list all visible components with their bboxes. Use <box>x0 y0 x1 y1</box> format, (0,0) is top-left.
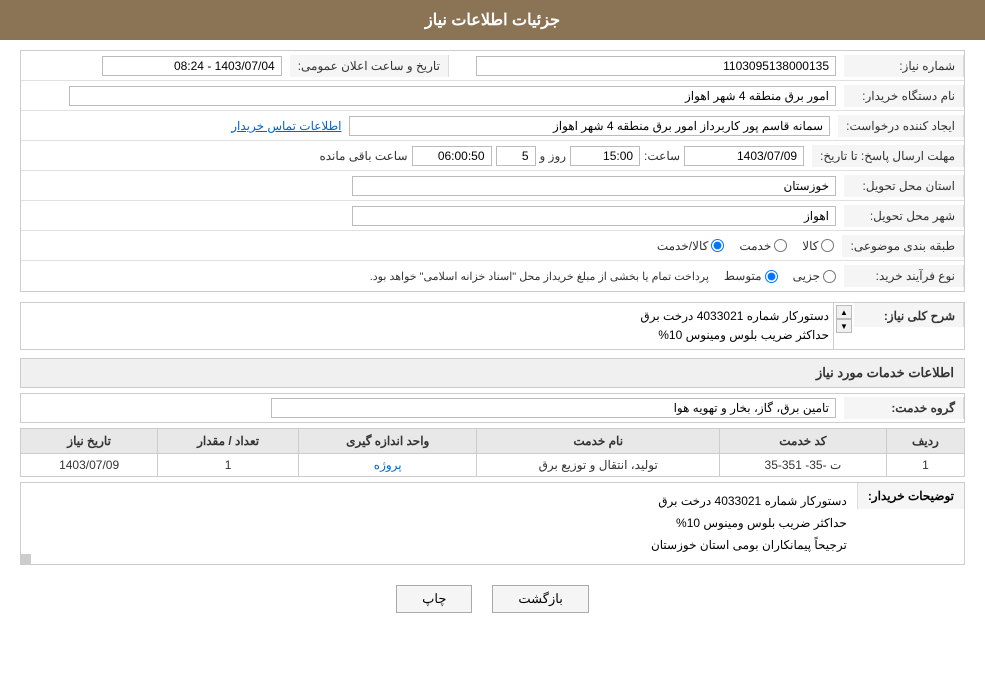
cell-qty: 1 <box>158 454 299 477</box>
description-text: دستورکار شماره 4033021 درخت برق حداکثر ض… <box>21 303 833 349</box>
services-table: ردیف کد خدمت نام خدمت واحد اندازه گیری ت… <box>20 428 965 477</box>
purchase-motavasset-option[interactable]: متوسط <box>724 269 778 283</box>
purchase-motavasset-label: متوسط <box>724 269 762 283</box>
buyer-org-label: نام دستگاه خریدار: <box>844 85 964 107</box>
announce-date-input[interactable] <box>102 56 282 76</box>
deadline-days-input[interactable] <box>496 146 536 166</box>
purchase-type-label: نوع فرآیند خرید: <box>844 265 964 287</box>
col-name: نام خدمت <box>477 429 720 454</box>
creator-label: ایجاد کننده درخواست: <box>838 115 964 137</box>
buyer-notes-label: توضیحات خریدار: <box>857 483 964 509</box>
print-button[interactable]: چاپ <box>396 585 472 613</box>
service-group-input[interactable] <box>271 398 836 418</box>
resize-handle[interactable] <box>21 554 31 564</box>
category-kala-label: کالا <box>802 239 818 253</box>
purchase-jozi-label: جزیی <box>793 269 820 283</box>
deadline-days-label: روز و <box>540 149 567 163</box>
col-code: کد خدمت <box>719 429 886 454</box>
cell-name: تولید، انتقال و توزیع برق <box>477 454 720 477</box>
buttons-row: بازگشت چاپ <box>20 575 965 623</box>
category-khedmat-label: خدمت <box>739 239 771 253</box>
deadline-time-label: ساعت: <box>644 149 680 163</box>
scroll-down-btn[interactable]: ▼ <box>836 319 852 333</box>
category-label: طبقه بندی موضوعی: <box>842 235 964 257</box>
category-kala-khedmat-option[interactable]: کالا/خدمت <box>657 239 724 253</box>
deadline-label: مهلت ارسال پاسخ: تا تاریخ: <box>812 145 964 167</box>
description-label: شرح کلی نیاز: <box>854 303 964 327</box>
col-qty: تعداد / مقدار <box>158 429 299 454</box>
category-kala-khedmat-radio[interactable] <box>711 239 724 252</box>
category-kala-option[interactable]: کالا <box>802 239 834 253</box>
category-kala-radio[interactable] <box>821 239 834 252</box>
announce-date-label: تاریخ و ساعت اعلان عمومی: <box>290 55 449 77</box>
purchase-motavasset-radio[interactable] <box>765 270 778 283</box>
purchase-jozi-option[interactable]: جزیی <box>793 269 836 283</box>
service-group-label: گروه خدمت: <box>844 397 964 419</box>
buyer-notes-content: دستورکار شماره 4033021 درخت برق حداکثر ض… <box>21 483 857 564</box>
col-row: ردیف <box>886 429 964 454</box>
buyer-notes-section: توضیحات خریدار: دستورکار شماره 4033021 د… <box>20 482 965 565</box>
category-khedmat-option[interactable]: خدمت <box>739 239 787 253</box>
city-label: شهر محل تحویل: <box>844 205 964 227</box>
buyer-org-input[interactable] <box>69 86 836 106</box>
back-button[interactable]: بازگشت <box>492 585 588 613</box>
table-row: 1 ت -35- 351-35 تولید، انتقال و توزیع بر… <box>21 454 965 477</box>
category-kala-khedmat-label: کالا/خدمت <box>657 239 708 253</box>
col-date: تاریخ نیاز <box>21 429 158 454</box>
creator-contact-link[interactable]: اطلاعات تماس خریدار <box>231 119 341 133</box>
province-input[interactable] <box>352 176 836 196</box>
creator-input[interactable] <box>349 116 830 136</box>
need-number-input[interactable] <box>476 56 836 76</box>
scroll-arrows: ▲ ▼ <box>833 303 854 349</box>
purchase-jozi-radio[interactable] <box>823 270 836 283</box>
cell-row: 1 <box>886 454 964 477</box>
city-input[interactable] <box>352 206 836 226</box>
cell-code: ت -35- 351-35 <box>719 454 886 477</box>
deadline-remaining-input[interactable] <box>412 146 492 166</box>
scroll-up-btn[interactable]: ▲ <box>836 305 852 319</box>
cell-unit: پروژه <box>298 454 476 477</box>
category-khedmat-radio[interactable] <box>774 239 787 252</box>
page-title: جزئیات اطلاعات نیاز <box>425 12 560 29</box>
deadline-date-input[interactable] <box>684 146 804 166</box>
province-label: استان محل تحویل: <box>844 175 964 197</box>
purchase-note: پرداخت تمام یا بخشی از مبلغ خریداز محل "… <box>370 270 709 283</box>
page-header: جزئیات اطلاعات نیاز <box>0 0 985 40</box>
deadline-remaining-label: ساعت باقی مانده <box>319 149 407 163</box>
cell-date: 1403/07/09 <box>21 454 158 477</box>
need-number-label: شماره نیاز: <box>844 55 964 77</box>
deadline-time-input[interactable] <box>570 146 640 166</box>
col-unit: واحد اندازه گیری <box>298 429 476 454</box>
services-section-title: اطلاعات خدمات مورد نیاز <box>20 358 965 388</box>
